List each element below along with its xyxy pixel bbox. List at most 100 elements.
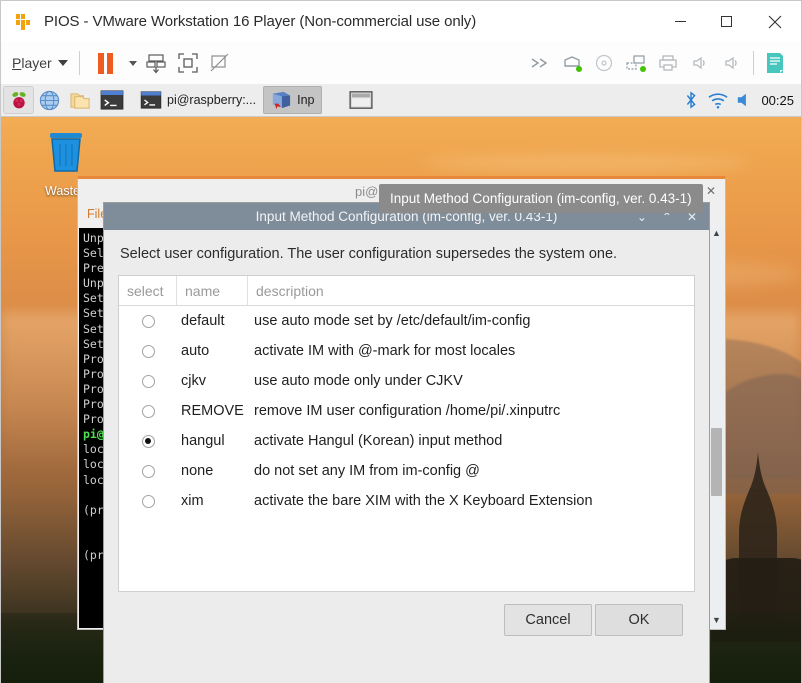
notes-icon[interactable] [760, 48, 790, 78]
send-ctrl-alt-del-icon[interactable] [141, 48, 171, 78]
chevron-down-icon [128, 60, 137, 66]
taskbar-clock[interactable]: 00:25 [761, 93, 794, 108]
dialog-footer: Cancel OK [118, 592, 695, 636]
radio-button-hangul[interactable] [141, 434, 155, 448]
task-im-config[interactable]: Inp [263, 86, 322, 114]
row-name: default [181, 313, 225, 329]
vmware-logo-icon [13, 11, 35, 33]
column-header-name: name [177, 276, 248, 305]
web-browser-icon[interactable] [34, 85, 65, 115]
config-table: select name description default use auto… [118, 275, 695, 592]
maximize-button[interactable] [703, 1, 749, 42]
volume-icon[interactable] [735, 91, 755, 109]
device-connected-indicator [576, 66, 582, 72]
device-connected-indicator [640, 66, 646, 72]
radio-button-remove[interactable] [141, 404, 155, 418]
task-label: Inp [297, 93, 315, 107]
column-header-description: description [256, 282, 324, 299]
vmware-window-controls [657, 1, 801, 42]
table-row[interactable]: cjkv use auto mode only under CJKV [119, 366, 694, 396]
file-manager-icon[interactable] [65, 85, 96, 115]
row-description: do not set any IM from im-config @ [254, 463, 480, 479]
taskbar-tooltip: Input Method Configuration (im-config, v… [379, 184, 703, 213]
vmware-player-window: PIOS - VMware Workstation 16 Player (Non… [0, 0, 802, 683]
toolbar-divider [78, 51, 80, 75]
table-row[interactable]: REMOVE remove IM user configuration /hom… [119, 396, 694, 426]
hard-disk-icon[interactable] [557, 48, 587, 78]
radio-cell[interactable] [119, 374, 177, 388]
pause-button[interactable] [91, 48, 121, 78]
row-description: remove IM user configuration /home/pi/.x… [254, 403, 561, 419]
table-row[interactable]: none do not set any IM from im-config @ [119, 456, 694, 486]
wallpaper-cloud [421, 154, 751, 172]
toolbar-divider [753, 51, 754, 75]
speaker-icon[interactable] [717, 48, 747, 78]
terminal-scrollbar[interactable]: ▲ ▼ [708, 228, 724, 628]
chevron-down-icon [57, 60, 68, 66]
table-row[interactable]: hangul activate Hangul (Korean) input me… [119, 426, 694, 456]
guest-screen: Wasteb pi@raspberry: ~ ⌄ ⌃ ✕ File Unpa S… [1, 84, 801, 683]
radio-button-xim[interactable] [141, 494, 155, 508]
network-adapter-icon[interactable] [621, 48, 651, 78]
system-tray: 00:25 [681, 91, 801, 109]
raspberry-menu-icon[interactable] [3, 86, 34, 114]
radio-cell[interactable] [119, 494, 177, 508]
radio-button-auto[interactable] [141, 344, 155, 358]
radio-button-default[interactable] [141, 314, 155, 328]
radio-cell[interactable] [119, 434, 177, 448]
close-icon[interactable]: ✕ [706, 184, 716, 198]
ok-button[interactable]: OK [595, 604, 683, 636]
row-name: REMOVE [181, 403, 244, 419]
vmware-titlebar: PIOS - VMware Workstation 16 Player (Non… [1, 1, 801, 42]
cd-dvd-icon[interactable] [589, 48, 619, 78]
bluetooth-icon[interactable] [681, 91, 701, 109]
wifi-icon[interactable] [707, 91, 729, 109]
table-row[interactable]: auto activate IM with @-mark for most lo… [119, 336, 694, 366]
scroll-up-icon[interactable]: ▲ [712, 228, 721, 239]
pause-dropdown-button[interactable] [123, 48, 139, 78]
row-name: auto [181, 343, 210, 359]
im-config-dialog: Input Method Configuration (im-config, v… [103, 202, 710, 683]
close-button[interactable] [749, 1, 801, 42]
unity-mode-icon[interactable] [205, 48, 235, 78]
window-icon [348, 91, 373, 109]
row-description: use auto mode only under CJKV [254, 373, 463, 389]
radio-button-cjkv[interactable] [141, 374, 155, 388]
cancel-button[interactable]: Cancel [504, 604, 592, 636]
row-description: activate the bare XIM with the X Keyboar… [254, 493, 593, 509]
table-row[interactable]: default use auto mode set by /etc/defaul… [119, 306, 694, 336]
row-name: xim [181, 493, 204, 509]
im-config-icon [272, 91, 291, 110]
vmware-window-title: PIOS - VMware Workstation 16 Player (Non… [44, 13, 477, 30]
vmware-toolbar: Player [1, 42, 801, 85]
scroll-down-icon[interactable]: ▼ [712, 615, 721, 626]
minimize-button[interactable] [657, 1, 703, 42]
sound-card-icon[interactable] [685, 48, 715, 78]
raspberry-taskbar: pi@raspberry:... Inp 00:25 [1, 84, 801, 117]
scrollbar-thumb[interactable] [711, 428, 722, 496]
radio-cell[interactable] [119, 404, 177, 418]
terminal-icon[interactable] [96, 85, 127, 115]
row-name: hangul [181, 433, 225, 449]
radio-cell[interactable] [119, 464, 177, 478]
radio-button-none[interactable] [141, 464, 155, 478]
dialog-body: Select user configuration. The user conf… [104, 230, 709, 636]
radio-cell[interactable] [119, 344, 177, 358]
send-keys-icon[interactable] [525, 48, 555, 78]
row-description: activate IM with @-mark for most locales [254, 343, 516, 359]
player-menu-button[interactable]: Player [12, 55, 68, 71]
row-name: none [181, 463, 214, 479]
player-menu-rest: layer [21, 55, 52, 71]
wastebasket-icon [50, 133, 82, 172]
task-terminal[interactable]: pi@raspberry:... [133, 86, 263, 114]
task-third-window[interactable] [342, 86, 385, 114]
table-row[interactable]: xim activate the bare XIM with the X Key… [119, 486, 694, 516]
task-label: pi@raspberry:... [167, 93, 257, 107]
row-description: activate Hangul (Korean) input method [254, 433, 503, 449]
printer-icon[interactable] [653, 48, 683, 78]
vmware-status-icons [525, 48, 801, 78]
radio-cell[interactable] [119, 314, 177, 328]
player-menu-label: Player [12, 55, 52, 71]
dialog-description: Select user configuration. The user conf… [120, 246, 618, 262]
fullscreen-icon[interactable] [173, 48, 203, 78]
